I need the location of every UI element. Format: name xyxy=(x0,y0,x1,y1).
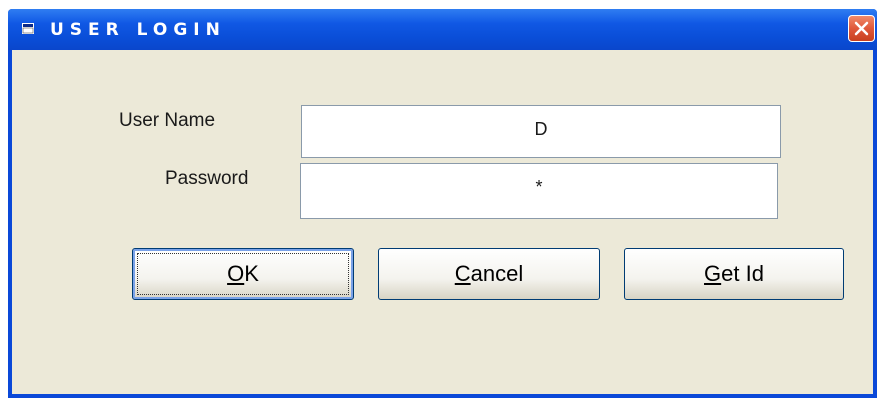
get-id-label-rest: et Id xyxy=(721,261,764,286)
window-system-icon[interactable] xyxy=(22,23,34,34)
cancel-button[interactable]: Cancel xyxy=(378,248,600,300)
username-label: User Name xyxy=(119,110,216,131)
password-field[interactable]: * xyxy=(300,163,778,219)
cancel-access-key: C xyxy=(454,261,471,286)
password-label: Password xyxy=(165,168,249,189)
close-icon xyxy=(854,21,869,36)
username-field[interactable]: D xyxy=(301,105,781,158)
get-id-access-key: G xyxy=(704,261,722,286)
get-id-button[interactable]: Get Id xyxy=(624,248,844,300)
ok-button[interactable]: OK xyxy=(132,248,354,300)
focus-rectangle xyxy=(137,253,349,295)
title-bar[interactable]: USER LOGIN xyxy=(8,9,877,50)
client-area: User Name D Password * OK Cancel Get Id xyxy=(12,50,873,394)
close-button[interactable] xyxy=(848,15,875,42)
login-window: USER LOGIN User Name D Password * OK Can… xyxy=(8,9,877,398)
window-title: USER LOGIN xyxy=(50,20,226,40)
cancel-label-rest: ancel xyxy=(470,261,524,286)
